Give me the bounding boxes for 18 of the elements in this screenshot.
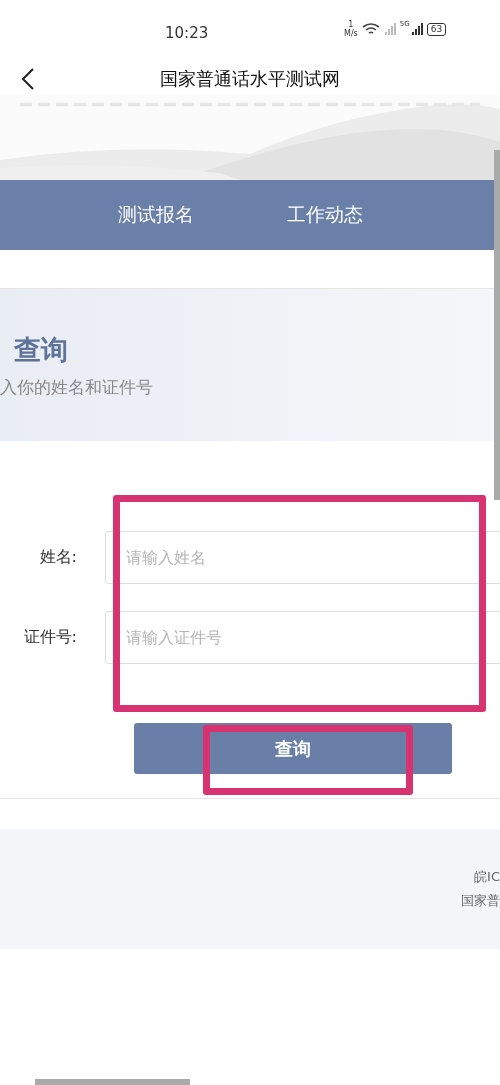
input-field[interactable]: 请输入姓名	[105, 531, 500, 584]
footer-text: 皖IC	[474, 868, 500, 886]
status-time: 10:23	[165, 24, 209, 42]
wifi-icon	[361, 22, 380, 36]
field-label: 姓名:	[38, 547, 78, 568]
network-speed: 1 M/s	[344, 20, 358, 38]
battery-level: 63	[426, 22, 447, 36]
nav-item[interactable]: 工作动态	[287, 202, 363, 228]
signal-icon	[383, 22, 396, 36]
hero-subtitle: 入你的姓名和证件号	[0, 375, 154, 399]
nav-item[interactable]: 测试报名	[118, 202, 194, 228]
page-title: 国家普通话水平测试网	[160, 67, 340, 91]
signal-icon	[410, 22, 423, 36]
footer-text: 国家普	[461, 892, 500, 910]
hero-title: 查询	[14, 332, 69, 367]
field-label: 证件号:	[22, 627, 78, 648]
back-icon[interactable]	[21, 67, 35, 91]
input-field[interactable]: 请输入证件号	[105, 611, 500, 664]
